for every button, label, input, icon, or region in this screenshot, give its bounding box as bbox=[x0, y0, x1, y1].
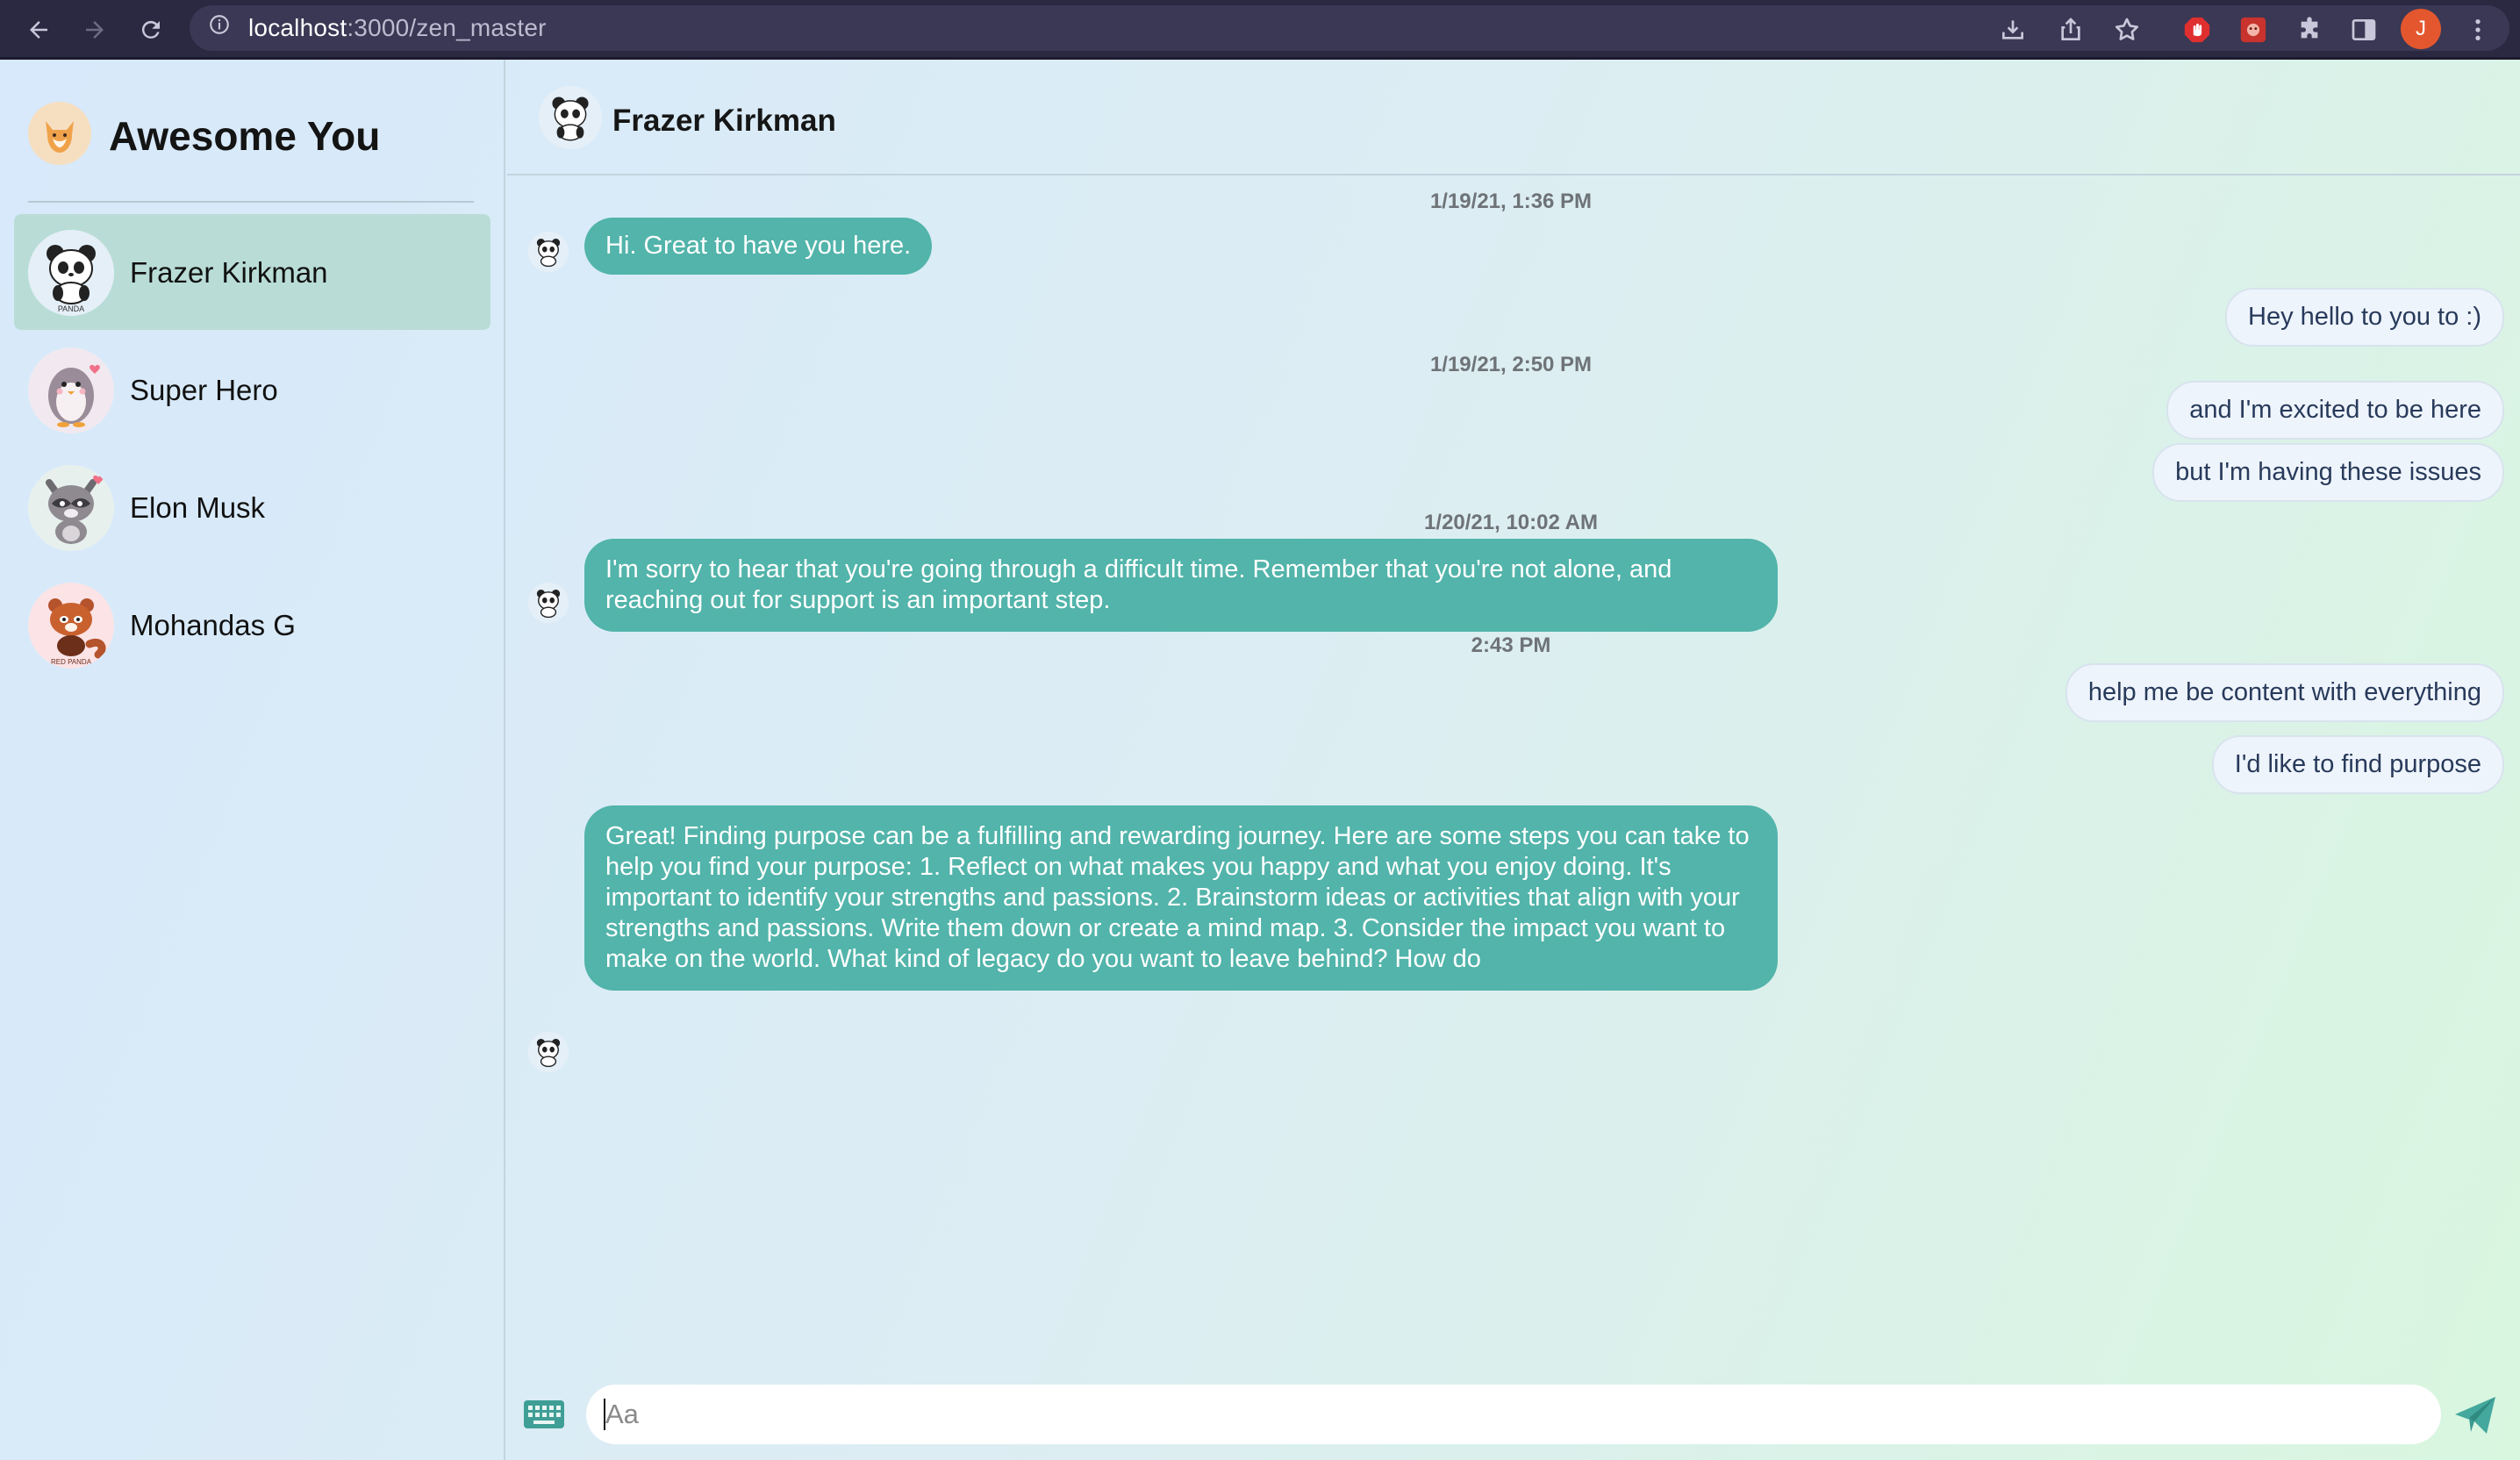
fox-logo-icon bbox=[28, 102, 91, 165]
contact-item-super-hero[interactable]: Super Hero bbox=[14, 332, 490, 447]
message-timestamp: 1/19/21, 1:36 PM bbox=[1429, 190, 1593, 213]
url-path: :3000/zen_master bbox=[347, 14, 547, 41]
kebab-menu-icon[interactable] bbox=[2460, 12, 2495, 47]
red-panda-avatar-icon: RED PANDA bbox=[28, 583, 114, 669]
profile-avatar[interactable]: J bbox=[2401, 9, 2441, 49]
message-timestamp: 2:43 PM bbox=[1471, 633, 1551, 657]
forward-arrow-icon[interactable] bbox=[77, 12, 112, 47]
message-input[interactable] bbox=[586, 1385, 2441, 1444]
text-cursor bbox=[604, 1399, 605, 1430]
user-message-bubble: help me be content with everything bbox=[2065, 663, 2504, 722]
contacts-sidebar: Awesome You PANDA Frazer Kirkman Super H… bbox=[0, 60, 505, 1460]
download-icon[interactable] bbox=[1995, 12, 2030, 47]
contact-item-frazer-kirkman[interactable]: PANDA Frazer Kirkman bbox=[14, 214, 490, 330]
app-container: Awesome You PANDA Frazer Kirkman Super H… bbox=[0, 60, 2520, 1460]
contact-name: Mohandas G bbox=[130, 609, 296, 641]
chat-panel: Frazer Kirkman 1/19/21, 1:36 PM 1/19/21,… bbox=[507, 60, 2520, 1460]
contact-name: Elon Musk bbox=[130, 491, 266, 524]
chat-header-name: Frazer Kirkman bbox=[612, 104, 836, 138]
svg-text:PANDA: PANDA bbox=[58, 304, 84, 313]
app-title: Awesome You bbox=[109, 113, 381, 159]
message-timestamp: 1/19/21, 2:50 PM bbox=[1429, 353, 1593, 376]
url-host: localhost bbox=[248, 14, 347, 41]
chat-header: Frazer Kirkman bbox=[507, 60, 2520, 175]
sidebar-icon[interactable] bbox=[2346, 12, 2381, 47]
raccoon-avatar-icon bbox=[28, 465, 114, 551]
panda-avatar-icon bbox=[528, 232, 569, 272]
puzzle-extensions-icon[interactable] bbox=[2292, 12, 2327, 47]
info-icon[interactable] bbox=[207, 12, 232, 37]
panda-avatar-icon bbox=[539, 86, 602, 149]
message-composer bbox=[586, 1385, 2441, 1444]
user-message-bubble: and I'm excited to be here bbox=[2166, 381, 2504, 440]
url-text[interactable]: localhost:3000/zen_master bbox=[248, 14, 547, 42]
user-message-bubble: but I'm having these issues bbox=[2152, 443, 2504, 502]
back-arrow-icon[interactable] bbox=[21, 12, 56, 47]
contact-item-mohandas-g[interactable]: RED PANDA Mohandas G bbox=[14, 567, 490, 683]
penguin-avatar-icon bbox=[28, 347, 114, 433]
contact-name: Super Hero bbox=[130, 374, 278, 406]
share-icon[interactable] bbox=[2053, 12, 2088, 47]
sidebar-divider bbox=[28, 201, 474, 203]
bot-message-bubble: I'm sorry to hear that you're going thro… bbox=[584, 539, 1778, 632]
star-icon[interactable] bbox=[2109, 12, 2144, 47]
panda-avatar-icon: PANDA bbox=[28, 230, 114, 316]
extension-icon[interactable] bbox=[2236, 12, 2271, 47]
browser-toolbar: localhost:3000/zen_master J bbox=[0, 0, 2520, 60]
panda-avatar-icon bbox=[528, 583, 569, 623]
user-message-bubble: I'd like to find purpose bbox=[2211, 735, 2504, 794]
send-icon[interactable] bbox=[2453, 1395, 2497, 1435]
message-timestamp: 1/20/21, 10:02 AM bbox=[1424, 511, 1598, 534]
svg-text:RED PANDA: RED PANDA bbox=[51, 658, 92, 666]
contact-item-elon-musk[interactable]: Elon Musk bbox=[14, 449, 490, 565]
user-message-bubble: Hey hello to you to :) bbox=[2225, 288, 2504, 347]
adblock-extension-icon[interactable] bbox=[2180, 12, 2215, 47]
keyboard-icon[interactable] bbox=[523, 1399, 565, 1430]
bot-message-bubble: Great! Finding purpose can be a fulfilli… bbox=[584, 805, 1778, 991]
contact-name: Frazer Kirkman bbox=[130, 256, 328, 289]
panda-avatar-icon bbox=[528, 1032, 569, 1072]
bot-message-bubble: Hi. Great to have you here. bbox=[584, 218, 933, 275]
reload-icon[interactable] bbox=[133, 12, 168, 47]
